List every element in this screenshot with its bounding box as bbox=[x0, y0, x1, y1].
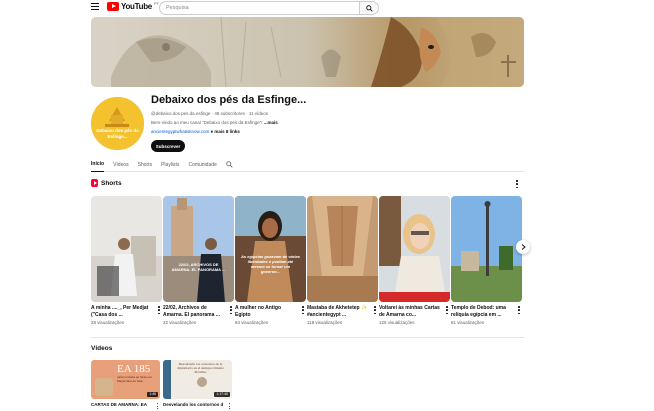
tab-shorts[interactable]: Shorts bbox=[138, 158, 152, 172]
short-thumbnail-image bbox=[451, 196, 522, 302]
tab-comunidade[interactable]: Comunidade bbox=[188, 158, 216, 172]
search-icon bbox=[365, 4, 373, 12]
short-item[interactable]: As egípcias gozavam de várias liberdades… bbox=[235, 196, 306, 325]
search-button[interactable] bbox=[359, 1, 379, 15]
banner-art bbox=[91, 17, 524, 87]
youtube-play-icon bbox=[107, 2, 119, 11]
video-title[interactable]: Desvelando los contornos de bbox=[163, 402, 223, 407]
video-thumb-text: EA 185 bbox=[117, 363, 151, 375]
thumb-side-band bbox=[163, 360, 171, 399]
short-thumbnail[interactable] bbox=[307, 196, 378, 302]
search-bar bbox=[159, 1, 379, 15]
short-item[interactable]: A minha ...._, Per Medjat ("Casa dos ...… bbox=[91, 196, 162, 325]
short-item[interactable]: Voltarei às minhas Cartas de Amarna co..… bbox=[379, 196, 450, 325]
channel-description[interactable]: Bem-vindo ao meu canal "Debaixo dos pés … bbox=[151, 120, 278, 125]
channel-tabs: Início Vídeos Shorts Playlists Comunidad… bbox=[91, 158, 524, 172]
video-more-icon[interactable] bbox=[156, 403, 159, 409]
more-links[interactable]: e mais 8 links bbox=[211, 129, 240, 134]
video-item[interactable]: EA 185 carta enviada ao faraó por Mayarz… bbox=[91, 360, 160, 409]
channel-name: Debaixo dos pés da Esfinge... bbox=[151, 94, 307, 106]
short-thumbnail[interactable]: As egípcias gozavam de várias liberdades… bbox=[235, 196, 306, 302]
video-thumb-text: Desvelando los contornos de la diplomaci… bbox=[177, 362, 224, 374]
subscribe-button[interactable]: Subscrever bbox=[151, 140, 185, 152]
tab-search-button[interactable] bbox=[226, 158, 233, 172]
short-title[interactable]: A minha ...._, Per Medjat ("Casa dos ... bbox=[91, 305, 153, 318]
description-more[interactable]: ...mais bbox=[264, 120, 278, 125]
short-more-icon[interactable] bbox=[517, 306, 521, 314]
short-thumbnail-image bbox=[379, 196, 450, 302]
short-thumbnail[interactable] bbox=[379, 196, 450, 302]
short-thumbnail[interactable] bbox=[451, 196, 522, 302]
channel-banner bbox=[91, 17, 524, 87]
tab-playlists[interactable]: Playlists bbox=[161, 158, 179, 172]
short-item[interactable]: Mastaba de Akhetetep ✨ #ancientegypt ...… bbox=[307, 196, 378, 325]
channel-meta: @debaixo.dos.pes.da.esfinge · 48 subscri… bbox=[151, 111, 269, 116]
shorts-icon bbox=[91, 179, 98, 187]
short-title[interactable]: Mastaba de Akhetetep ✨ #ancientegypt ... bbox=[307, 305, 369, 318]
short-more-icon[interactable] bbox=[301, 306, 305, 314]
short-thumbnail[interactable] bbox=[91, 196, 162, 302]
short-thumbnail-image bbox=[163, 196, 234, 302]
short-thumbnail-image bbox=[235, 196, 306, 302]
top-bar: YouTube PT bbox=[0, 0, 654, 16]
channel-description-text: Bem-vindo ao meu canal "Debaixo dos pés … bbox=[151, 120, 263, 125]
section-divider bbox=[91, 337, 524, 338]
avatar-text-line2: Esfinge... bbox=[107, 133, 128, 139]
short-title[interactable]: A mulher no Antigo Egipto bbox=[235, 305, 297, 318]
search-icon bbox=[226, 161, 233, 168]
clay-tablet-image bbox=[95, 378, 113, 396]
chevron-right-icon bbox=[521, 244, 526, 250]
videos-title: Vídeos bbox=[91, 345, 113, 352]
video-duration: 1:46 bbox=[147, 392, 158, 397]
short-views: 125 visualizações bbox=[379, 320, 415, 325]
video-thumbnail[interactable]: EA 185 carta enviada ao faraó por Mayarz… bbox=[91, 360, 160, 399]
short-views: 22 visualizações bbox=[163, 320, 197, 325]
short-views: 84 visualizações bbox=[235, 320, 269, 325]
next-shorts-button[interactable] bbox=[516, 240, 530, 254]
channel-avatar[interactable]: Debaixo dos pés da Esfinge... bbox=[91, 97, 144, 150]
tab-videos[interactable]: Vídeos bbox=[113, 158, 129, 172]
video-item[interactable]: Desvelando los contornos de la diplomaci… bbox=[163, 360, 232, 409]
short-more-icon[interactable] bbox=[157, 306, 161, 314]
video-title[interactable]: CARTAS DE AMARNA: EA bbox=[91, 402, 151, 407]
video-thumbnail[interactable]: Desvelando los contornos de la diplomaci… bbox=[163, 360, 232, 399]
short-more-icon[interactable] bbox=[445, 306, 449, 314]
shorts-more-icon[interactable] bbox=[515, 180, 519, 188]
search-input[interactable] bbox=[159, 1, 359, 15]
short-overlay-text: As egípcias gozavam de várias liberdades… bbox=[241, 254, 300, 274]
short-thumbnail-image bbox=[91, 196, 162, 302]
short-title[interactable]: 22/02, Archivos de Amarna. El panorama .… bbox=[163, 305, 225, 318]
shorts-title: Shorts bbox=[101, 179, 122, 187]
short-item[interactable]: Templo de Debod: uma relíquia egípcia em… bbox=[451, 196, 522, 325]
short-thumbnail[interactable]: 22/02, ARCHIVOS DE AMARNA. EL PANORAMA .… bbox=[163, 196, 234, 302]
video-thumb-subtext: carta enviada ao faraó por Mayarzana de … bbox=[117, 375, 153, 383]
short-more-icon[interactable] bbox=[373, 306, 377, 314]
youtube-logo[interactable]: YouTube PT bbox=[107, 1, 159, 11]
short-thumbnail-image bbox=[307, 196, 378, 302]
video-more-icon[interactable] bbox=[228, 403, 231, 409]
short-views: 81 visualizações bbox=[451, 320, 485, 325]
menu-icon[interactable] bbox=[91, 3, 99, 10]
short-views: 28 visualizações bbox=[91, 320, 125, 325]
short-more-icon[interactable] bbox=[229, 306, 233, 314]
short-title[interactable]: Templo de Debod: uma relíquia egípcia em… bbox=[451, 305, 513, 318]
video-duration: 1:17:40 bbox=[214, 392, 230, 397]
short-title[interactable]: Voltarei às minhas Cartas de Amarna co..… bbox=[379, 305, 441, 318]
short-item[interactable]: 22/02, ARCHIVOS DE AMARNA. EL PANORAMA .… bbox=[163, 196, 234, 325]
avatar-text: Debaixo dos pés da Esfinge... bbox=[91, 128, 144, 139]
avatar-text-line1: Debaixo dos pés da bbox=[96, 128, 139, 133]
short-views: 118 visualizações bbox=[307, 320, 343, 325]
sphinx-logo-icon bbox=[91, 97, 144, 150]
channel-link[interactable]: ancientegyptwhatisknow.com bbox=[151, 129, 209, 134]
logo-text: YouTube bbox=[121, 2, 152, 11]
speaker-photo bbox=[197, 377, 207, 387]
short-overlay-text: 22/02, ARCHIVOS DE AMARNA. EL PANORAMA .… bbox=[171, 262, 226, 272]
tab-inicio[interactable]: Início bbox=[91, 158, 105, 172]
shorts-header: Shorts bbox=[91, 179, 122, 187]
channel-links: ancientegyptwhatisknow.com e mais 8 link… bbox=[151, 129, 240, 134]
